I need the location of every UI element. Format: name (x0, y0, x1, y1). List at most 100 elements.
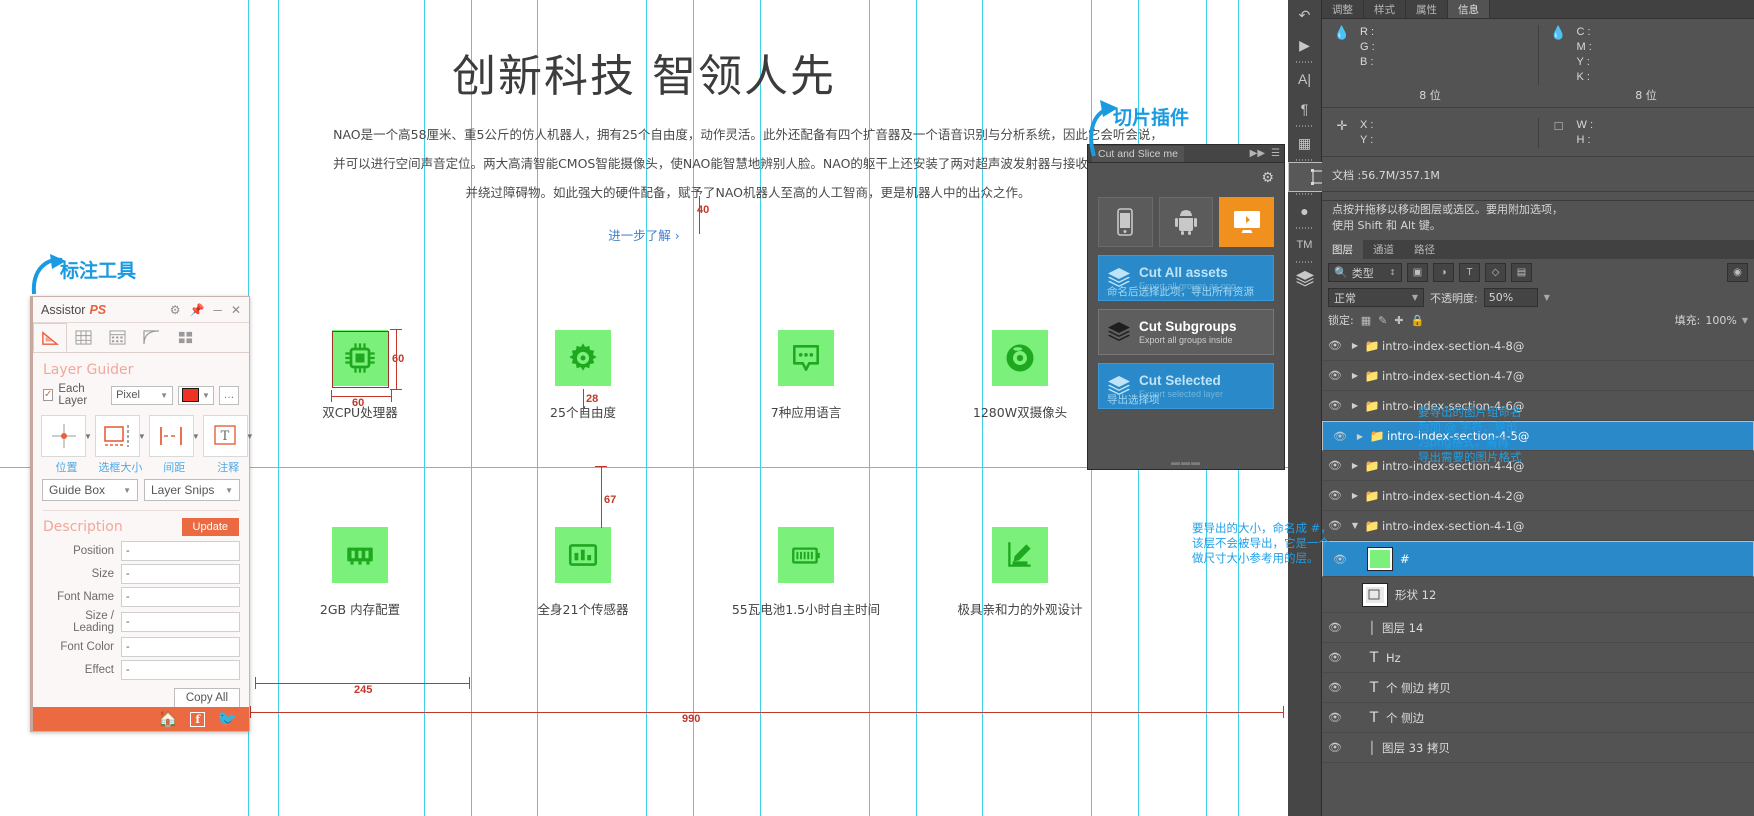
gear-icon[interactable]: ⚙ (1261, 169, 1274, 186)
chevron-right-icon[interactable]: ▶ (1348, 491, 1362, 500)
ruler-tab[interactable] (33, 323, 67, 352)
filter-smart-icon[interactable]: ▤ (1511, 263, 1532, 282)
droplet-icon[interactable]: ● (1288, 196, 1321, 226)
info-panel-tabs[interactable]: 调整 样式 属性 信息 (1322, 0, 1754, 19)
feature-card-5[interactable]: 2GB 内存配置 (275, 527, 445, 618)
tab-paths[interactable]: 路径 (1404, 240, 1445, 259)
table-row[interactable]: 👁 T 个 侧边 拷贝 (1322, 673, 1754, 703)
eye-icon[interactable]: 👁 (1322, 459, 1348, 472)
feature-card-4[interactable]: 1280W双摄像头 (935, 330, 1105, 421)
table-row[interactable]: 👁 ▶ 📁 intro-index-section-4-2@ (1322, 481, 1754, 511)
chevron-right-icon[interactable]: ▶ (1348, 371, 1362, 380)
more-options-button[interactable]: … (218, 385, 239, 405)
gear-icon[interactable]: ⚙ (170, 303, 181, 317)
feature-card-8[interactable]: 极具亲和力的外观设计 (935, 527, 1105, 618)
collapse-icon[interactable]: ▶▶ (1250, 148, 1265, 159)
eye-icon[interactable]: 👁 (1322, 399, 1348, 412)
table-row[interactable]: 👁 # (1322, 541, 1754, 577)
twitter-icon[interactable]: 🐦 (217, 709, 237, 729)
photoshop-tool-strip[interactable]: ↶ ▶ A| ¶ ▦ ● TM (1288, 0, 1350, 816)
chevron-right-icon[interactable]: ▶ (1348, 461, 1362, 470)
eye-icon[interactable]: 👁 (1322, 711, 1348, 724)
filter-shape-icon[interactable]: ◇ (1485, 263, 1506, 282)
table-row[interactable]: 👁 ▶ 📁 intro-index-section-4-5@ (1322, 421, 1754, 451)
font-color-field[interactable]: - (121, 637, 240, 657)
filter-adjustment-icon[interactable]: ◑ (1433, 263, 1454, 282)
desktop-device-icon[interactable] (1219, 197, 1275, 247)
chevron-down-icon[interactable]: ▼ (1742, 316, 1748, 325)
table-row[interactable]: 👁 ▼ 📁 intro-index-section-4-1@ (1322, 511, 1754, 541)
table-row[interactable]: 👁 ▶ 📁 intro-index-section-4-8@ (1322, 331, 1754, 361)
chevron-down-icon[interactable]: ▼ (1544, 293, 1550, 302)
eye-icon[interactable]: 👁 (1322, 681, 1348, 694)
eye-icon[interactable]: 👁 (1322, 651, 1348, 664)
close-icon[interactable]: ✕ (231, 303, 241, 317)
font-name-field[interactable]: - (121, 587, 240, 607)
size-field[interactable]: - (121, 564, 240, 584)
color-swatch[interactable] (182, 388, 200, 402)
eye-icon[interactable]: 👁 (1322, 621, 1348, 634)
fill-value[interactable]: 100% (1705, 314, 1736, 327)
chevron-right-icon[interactable]: ▶ (1348, 401, 1362, 410)
photoshop-right-panels[interactable]: 调整 样式 属性 信息 💧 R : G : B : 💧 C : M : Y : (1322, 0, 1754, 816)
cut-selected-button[interactable]: Cut Selected Export selected layer 导出选择项 (1098, 363, 1274, 409)
filter-image-icon[interactable]: ▣ (1407, 263, 1428, 282)
ios-device-icon[interactable] (1098, 197, 1153, 247)
layers-stack-icon[interactable] (1288, 264, 1321, 294)
each-layer-checkbox[interactable]: ✓ (43, 389, 54, 401)
color-swatch-select[interactable]: ▼ (178, 385, 214, 405)
grid-tool-icon[interactable]: ▦ (1288, 128, 1321, 158)
eye-icon[interactable]: 👁 (1322, 339, 1348, 352)
assistor-titlebar[interactable]: Assistor PS ⚙ 📌 ─ ✕ (33, 297, 249, 323)
lock-transparent-icon[interactable]: ▦ (1361, 314, 1371, 327)
corner-tab[interactable] (135, 323, 169, 352)
assistor-tabs[interactable] (33, 323, 249, 353)
feature-card-6[interactable]: 全身21个传感器 (498, 527, 668, 618)
annotation-tool[interactable]: T (202, 415, 248, 457)
tab-layers[interactable]: 图层 (1322, 240, 1363, 259)
minimize-icon[interactable]: ─ (213, 303, 222, 317)
effect-field[interactable]: - (121, 660, 240, 680)
grid-tab[interactable] (67, 323, 101, 352)
marquee-size-tool[interactable] (94, 415, 140, 457)
chevron-right-icon[interactable]: ▶ (1348, 341, 1362, 350)
paragraph-icon[interactable]: ¶ (1288, 94, 1321, 124)
table-row[interactable]: 👁 │ 图层 33 拷贝 (1322, 733, 1754, 763)
tab-styles[interactable]: 样式 (1364, 0, 1406, 18)
tab-channels[interactable]: 通道 (1363, 240, 1404, 259)
panel-menu-icon[interactable]: ☰ (1271, 148, 1280, 159)
eye-icon[interactable]: 👁 (1322, 489, 1348, 502)
unit-select[interactable]: Pixel ▼ (111, 385, 174, 405)
table-tab[interactable] (101, 323, 135, 352)
android-device-icon[interactable] (1158, 197, 1214, 247)
history-icon[interactable]: ↶ (1288, 0, 1321, 30)
table-row[interactable]: 👁 T Hz (1322, 643, 1754, 673)
text-tool-icon[interactable]: A| (1288, 64, 1321, 94)
size-leading-field[interactable]: - (121, 612, 240, 632)
cut-subgroups-button[interactable]: Cut Subgroups Export all groups inside (1098, 309, 1274, 355)
feature-card-7[interactable]: 55瓦电池1.5小时自主时间 (721, 527, 891, 618)
lock-position-icon[interactable]: ✚ (1394, 314, 1403, 327)
table-row[interactable]: 👁 │ 图层 14 (1322, 613, 1754, 643)
position-field[interactable]: - (121, 541, 240, 561)
cut-and-slice-panel[interactable]: Cut and Slice me ▶▶ ☰ ⚙ Cut All assets E… (1087, 144, 1285, 470)
guide-box-select[interactable]: Guide Box ▼ (42, 479, 138, 501)
tab-info[interactable]: 信息 (1448, 0, 1490, 18)
copy-all-button[interactable]: Copy All (173, 688, 240, 708)
spacing-tool[interactable] (148, 415, 194, 457)
tab-adjustments[interactable]: 调整 (1322, 0, 1364, 18)
pin-icon[interactable]: 📌 (189, 303, 204, 317)
device-selector[interactable] (1088, 163, 1284, 247)
eye-icon[interactable]: 👁 (1322, 741, 1348, 754)
position-tool[interactable] (41, 415, 86, 457)
home-icon[interactable]: 🏠 (158, 709, 178, 729)
eye-icon[interactable]: 👁 (1327, 430, 1353, 443)
table-row[interactable]: 👁 ▶ 📁 intro-index-section-4-4@ (1322, 451, 1754, 481)
assistor-ps-panel[interactable]: Assistor PS ⚙ 📌 ─ ✕ Layer Guider ✓ Each … (30, 296, 254, 732)
lock-all-icon[interactable]: 🔒 (1411, 314, 1425, 327)
table-row[interactable]: 👁 ▶ 📁 intro-index-section-4-7@ (1322, 361, 1754, 391)
layers-list[interactable]: 👁 ▶ 📁 intro-index-section-4-8@ 👁 ▶ 📁 intro-ind… (1322, 331, 1754, 763)
table-row[interactable]: 👁 ▶ 📁 intro-index-section-4-6@ (1322, 391, 1754, 421)
layers-panel[interactable]: 图层 通道 路径 🔍 类型 ↕ ▣ ◑ T ◇ ▤ ◉ 正常 ▼ 不透明度: 5… (1322, 240, 1754, 816)
opacity-value[interactable]: 50% (1483, 288, 1538, 307)
